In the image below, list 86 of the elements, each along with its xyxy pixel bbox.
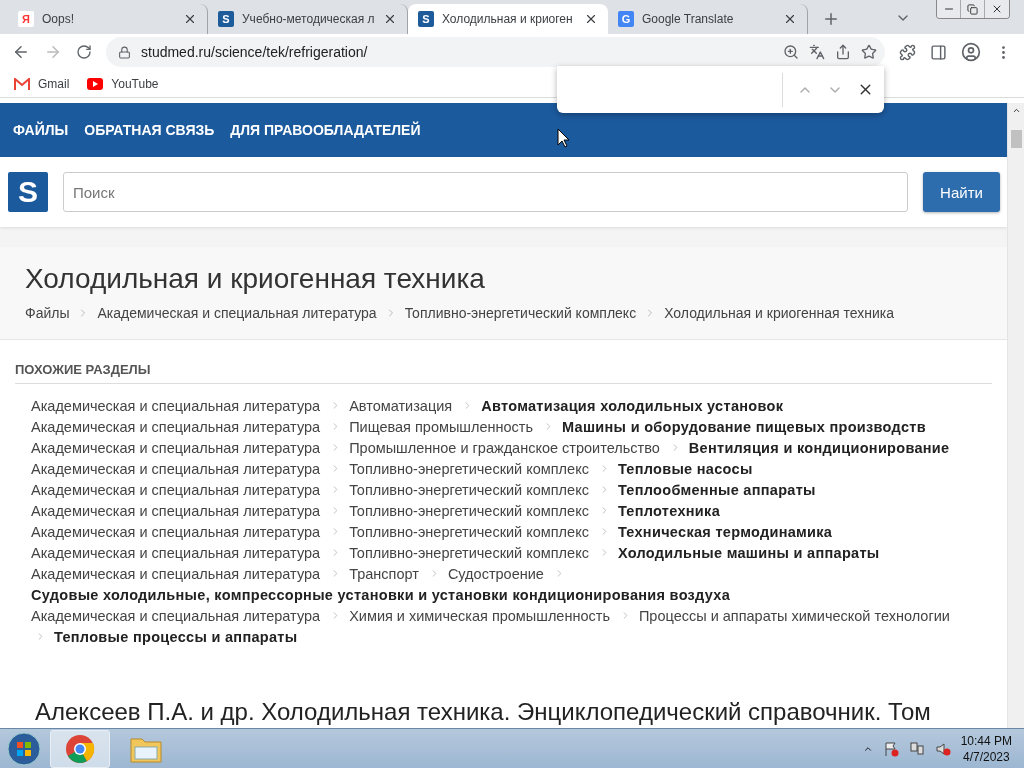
close-icon[interactable] [383,12,397,26]
category-link[interactable]: Академическая и специальная литература [31,438,321,459]
bookmark-link[interactable]: Gmail [38,76,70,91]
search-field[interactable]: Поиск [63,172,908,212]
category-link[interactable]: Тепловые насосы [617,459,753,480]
translate-icon[interactable] [809,44,825,60]
profile-icon[interactable] [961,42,981,62]
category-link[interactable]: Топливно-энергетический комплекс [349,543,589,564]
taskbar-app[interactable] [50,729,110,768]
category-link[interactable]: Топливно-энергетический комплекс [349,459,589,480]
clock[interactable]: 10:44 PM 4/7/2023 [960,732,1012,765]
site-logo[interactable]: S [8,172,48,212]
category-link[interactable]: Судостроение [447,564,544,585]
category-link[interactable]: Процессы и аппараты химической технологии [638,606,950,627]
flag-icon[interactable] [882,740,899,757]
category-link[interactable]: Академическая и специальная литература [31,501,321,522]
page-title: Холодильная и криогенная техника [25,263,486,295]
star-icon[interactable] [861,44,877,60]
restore-button[interactable] [961,0,985,18]
speaker-muted-icon[interactable] [934,740,951,757]
close-icon [991,3,1003,15]
nav-link[interactable]: ДЛЯ ПРАВООБЛАДАТЕЛЕЙ [230,122,421,138]
scroll-thumb[interactable] [1010,130,1022,148]
category-link[interactable]: Техническая термодинамика [617,522,833,543]
nav-link[interactable]: ФАЙЛЫ [13,122,69,138]
document-title: Алексеев П.А. и др. Холодильная техника. Энциклопедический справочник. Том [34,697,932,726]
category-link[interactable]: Вентиляция и кондиционирование [688,438,950,459]
category-link[interactable]: Тепловые процессы и аппараты [54,627,298,648]
mouse-cursor-icon [556,128,570,148]
start-button[interactable] [4,730,44,767]
category-link[interactable]: Теплообменные аппараты [617,480,816,501]
side-panel-icon[interactable] [930,43,947,61]
share-icon[interactable] [835,44,851,60]
breadcrumb-link[interactable]: Академическая и специальная литература [97,305,377,321]
close-icon[interactable] [183,12,197,26]
category-link[interactable]: Топливно-энергетический комплекс [349,522,589,543]
category-link[interactable]: Пищевая промышленность [349,417,534,438]
category-link[interactable]: Холодильные машины и аппараты [617,543,880,564]
category-link[interactable]: Автоматизация [349,396,453,417]
mail-icon [14,77,30,90]
breadcrumb-link[interactable]: Топливно-энергетический комплекс [404,305,637,321]
chrome-icon [65,733,95,764]
category-link[interactable]: Академическая и специальная литература [31,564,321,585]
category-link[interactable]: Судовые холодильные, компрессорные установки и установки кондиционирования воздуха [31,585,731,606]
category-link[interactable]: Топливно-энергетический комплекс [349,501,589,522]
section-title: ПОХОЖИЕ РАЗДЕЛЫ [15,362,992,384]
close-icon[interactable] [584,12,598,26]
category-link[interactable]: Академическая и специальная литература [31,459,321,480]
url-text: studmed.ru/science/tek/refrigeration/ [141,44,369,60]
network-icon[interactable] [908,740,925,757]
close-icon[interactable] [783,12,797,26]
find-icon[interactable] [783,44,799,60]
scroll-up-icon[interactable] [1011,106,1021,115]
site-logo-icon: S [418,11,434,27]
category-link[interactable]: Машины и оборудование пищевых производств [562,417,926,438]
category-link[interactable]: Топливно-энергетический комплекс [349,480,589,501]
browser-tab[interactable]: S Холодильная и криоген [408,4,608,34]
bookmark-link[interactable]: YouTube [111,76,159,91]
breadcrumb-link[interactable]: Холодильная и криогенная техника [664,305,895,321]
category-link[interactable]: Академическая и специальная литература [31,417,321,438]
category-link[interactable]: Автоматизация холодильных установок [481,396,784,417]
yandex-icon: Я [18,11,34,27]
breadcrumb-link[interactable]: Файлы [25,305,70,321]
new-tab-icon[interactable] [822,10,840,28]
category-link[interactable]: Химия и химическая промышленность [349,606,610,627]
category-link[interactable]: Академическая и специальная литература [31,606,321,627]
close-button[interactable] [985,0,1009,18]
nav-link[interactable]: ОБРАТНАЯ СВЯЗЬ [84,122,215,138]
extensions-icon[interactable] [899,43,916,61]
play-icon [87,77,104,90]
category-link[interactable]: Академическая и специальная литература [31,522,321,543]
category-link[interactable]: Промышленное и гражданское строительство [349,438,660,459]
category-link[interactable]: Академическая и специальная литература [31,396,321,417]
restore-icon [967,3,978,15]
reload-icon[interactable] [76,44,92,60]
category-link[interactable]: Академическая и специальная литература [31,543,321,564]
category-link[interactable]: Академическая и специальная литература [31,480,321,501]
minimize-button[interactable] [937,0,961,18]
search-button[interactable]: Найти [923,172,1000,212]
category-link[interactable]: Транспорт [349,564,419,585]
site-logo-icon: S [218,11,234,27]
category-link[interactable]: Теплотехника [617,501,720,522]
back-icon[interactable] [12,43,30,61]
translate-icon: G [618,11,634,27]
address-bar[interactable]: studmed.ru/science/tek/refrigeration/ [106,37,885,67]
lock-icon [118,45,131,59]
